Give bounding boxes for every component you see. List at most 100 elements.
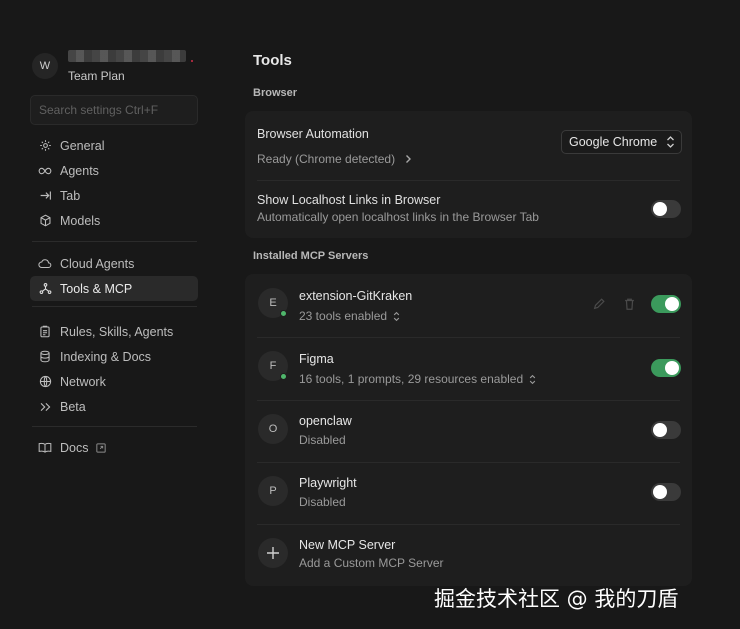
new-mcp-server-button[interactable]: New MCP Server Add a Custom MCP Server [245,525,692,583]
book-icon [38,441,52,455]
server-name: Playwright [299,476,357,490]
browser-automation-label: Browser Automation [257,127,369,141]
sidebar-item-label: Tab [60,188,81,203]
toggle-knob [653,423,667,437]
sidebar-item-label: Docs [60,440,89,455]
sidebar-item-docs[interactable]: Docs [30,435,198,460]
sidebar-item-label: Tools & MCP [60,281,133,296]
localhost-links-label: Show Localhost Links in Browser [257,193,441,207]
sidebar-item-network[interactable]: Network [30,369,198,394]
sidebar-item-general[interactable]: General [30,133,198,158]
sidebar-item-indexing[interactable]: Indexing & Docs [30,344,198,369]
server-status: Disabled [299,433,346,447]
toggle-knob [653,485,667,499]
sidebar-divider [32,241,197,242]
sidebar-item-cloud-agents[interactable]: Cloud Agents [30,251,198,276]
sidebar-item-label: General [60,138,105,153]
chevron-updown-icon [666,135,675,152]
server-status: 23 tools enabled [299,309,388,323]
server-avatar: P [258,476,288,506]
cube-icon [38,214,52,228]
sidebar-divider [32,306,197,307]
account-name-redacted [68,50,186,62]
nav-group-main: General Agents Tab Models [30,133,198,233]
server-toggle-playwright[interactable] [651,483,681,501]
nav-group-cloud: Cloud Agents Tools & MCP [30,251,198,301]
account-header[interactable]: W Team Plan [30,44,200,90]
avatar: W [32,53,58,79]
double-chevron-icon [38,400,52,414]
browser-settings-card: Browser Automation Ready (Chrome detecte… [245,111,692,238]
external-link-icon [96,442,107,453]
status-online-dot [280,310,287,317]
sidebar-item-rules[interactable]: Rules, Skills, Agents [30,319,198,344]
account-plan: Team Plan [68,69,125,83]
row-divider [257,180,680,181]
nav-group-config: Rules, Skills, Agents Indexing & Docs Ne… [30,319,198,419]
watermark-text: 掘金技术社区 @ 我的刀盾 [434,587,679,611]
browser-status-text: Ready (Chrome detected) [257,152,396,166]
server-toggle-figma[interactable] [651,359,681,377]
sidebar-item-label: Rules, Skills, Agents [60,324,174,339]
globe-icon [38,375,52,389]
server-tools-summary[interactable]: 23 tools enabled [299,309,400,323]
account-dot [191,60,193,62]
server-name: openclaw [299,414,352,428]
server-tools-summary[interactable]: 16 tools, 1 prompts, 29 resources enable… [299,372,536,386]
sidebar-item-agents[interactable]: Agents [30,158,198,183]
plus-icon [258,538,288,568]
section-label-mcp: Installed MCP Servers [253,250,369,262]
page-title: Tools [253,52,292,69]
nav-group-docs: Docs [30,435,198,460]
server-toggle-openclaw[interactable] [651,421,681,439]
row-divider [257,337,680,338]
row-divider [257,462,680,463]
browser-automation-status[interactable]: Ready (Chrome detected) [257,152,412,166]
sidebar-item-models[interactable]: Models [30,208,198,233]
sidebar: W Team Plan General Agents [30,44,200,455]
chevron-updown-icon [529,374,536,385]
sidebar-item-tools-mcp[interactable]: Tools & MCP [30,276,198,301]
search-input[interactable] [30,95,198,125]
sidebar-item-label: Network [60,374,106,389]
server-avatar: O [258,414,288,444]
toggle-knob [665,297,679,311]
database-icon [38,350,52,364]
sidebar-item-label: Indexing & Docs [60,349,152,364]
trash-icon[interactable] [623,297,636,311]
server-name: extension-GitKraken [299,289,413,303]
settings-window: W Team Plan General Agents [0,0,740,629]
cloud-icon [38,257,52,271]
server-status: 16 tools, 1 prompts, 29 resources enable… [299,372,524,386]
infinity-icon [38,164,52,178]
sidebar-item-label: Agents [60,163,99,178]
sidebar-item-label: Cloud Agents [60,256,135,271]
browser-select-value: Google Chrome [569,135,658,149]
new-server-desc: Add a Custom MCP Server [299,556,444,570]
chevron-right-icon [405,154,412,164]
server-toggle-extension-gitkraken[interactable] [651,295,681,313]
toggle-knob [665,361,679,375]
gear-icon [38,139,52,153]
row-divider [257,400,680,401]
sidebar-item-label: Models [60,213,101,228]
new-server-label: New MCP Server [299,538,396,552]
localhost-links-desc: Automatically open localhost links in th… [257,210,539,224]
pencil-icon[interactable] [592,297,606,311]
mcp-servers-card: E extension-GitKraken 23 tools enabled F… [245,274,692,586]
chevron-updown-icon [393,311,400,322]
tab-arrow-icon [38,189,52,203]
browser-select[interactable]: Google Chrome [561,130,682,154]
server-name: Figma [299,352,334,366]
section-label-browser: Browser [253,87,298,99]
tools-icon [38,282,52,296]
server-status: Disabled [299,495,346,509]
sidebar-item-beta[interactable]: Beta [30,394,198,419]
clipboard-icon [38,325,52,339]
status-online-dot [280,373,287,380]
toggle-knob [653,202,667,216]
localhost-links-toggle[interactable] [651,200,681,218]
sidebar-divider [32,426,197,427]
sidebar-item-tab[interactable]: Tab [30,183,198,208]
sidebar-item-label: Beta [60,399,86,414]
